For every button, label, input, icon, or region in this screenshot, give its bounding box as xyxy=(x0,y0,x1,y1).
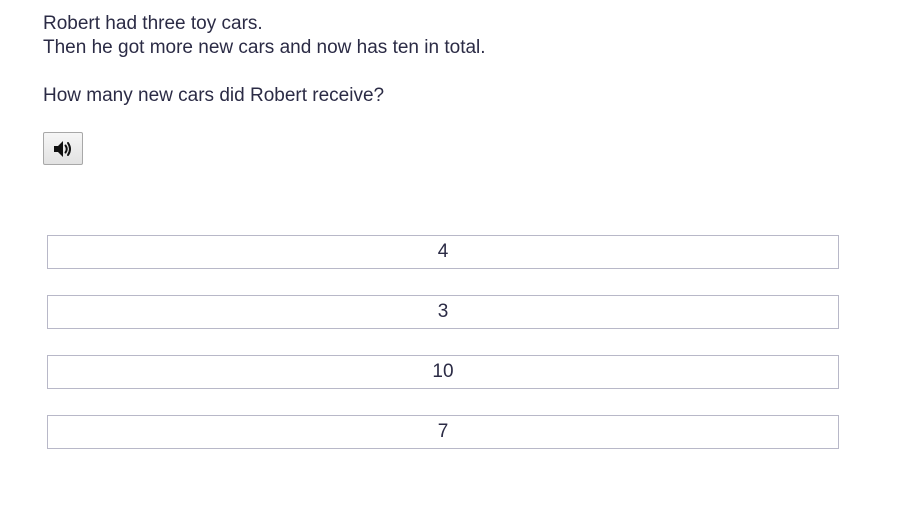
speaker-icon xyxy=(54,140,71,157)
question-line-2: Then he got more new cars and now has te… xyxy=(43,37,486,58)
answer-options: 4 3 10 7 xyxy=(47,235,839,475)
answer-option-2[interactable]: 3 xyxy=(47,295,839,329)
answer-option-1[interactable]: 4 xyxy=(47,235,839,269)
answer-option-3[interactable]: 10 xyxy=(47,355,839,389)
play-audio-button[interactable] xyxy=(43,132,83,165)
answer-option-4[interactable]: 7 xyxy=(47,415,839,449)
question-prompt: How many new cars did Robert receive? xyxy=(43,85,385,106)
question-text: Robert had three toy cars. Then he got m… xyxy=(43,12,486,108)
question-line-1: Robert had three toy cars. xyxy=(43,13,263,34)
